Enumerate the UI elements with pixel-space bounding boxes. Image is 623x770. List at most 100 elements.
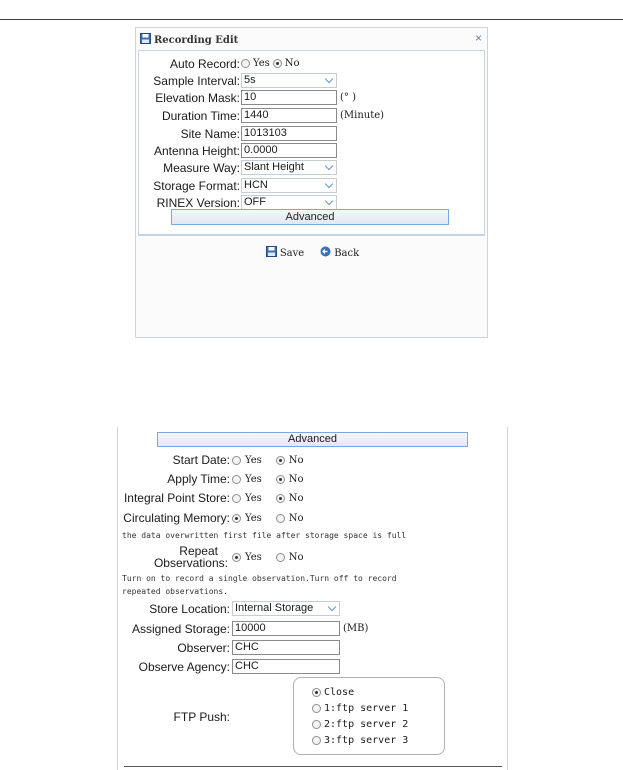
apply-time-no-label: No [288,473,304,485]
rinex-version-label: RINEX Version: [156,195,240,210]
advanced-panel: Advanced Start Date: Yes No Apply Time: … [117,427,508,770]
integral-point-store-yes-label: Yes [245,492,262,504]
measure-way-value: Slant Height [244,161,304,173]
observe-agency-row: Observe Agency: CHC [118,659,340,674]
observe-agency-label: Observe Agency: [138,659,230,674]
store-location-row: Store Location: Internal Storage [118,601,340,616]
storage-format-value: HCN [244,179,268,191]
repeat-observations-label: Repeat Observations: [118,545,232,569]
ftp-close-radio[interactable] [312,687,321,697]
site-name-input[interactable]: 1013103 [241,126,337,141]
back-label: Back [334,247,360,259]
start-date-yes-radio[interactable] [232,455,241,465]
chevron-down-icon [327,602,337,612]
store-location-select[interactable]: Internal Storage [232,601,340,616]
circulating-memory-yes-label: Yes [245,512,262,524]
top-divider [0,19,623,20]
elevation-mask-unit: (° ) [340,92,356,103]
store-location-value: Internal Storage [235,602,314,614]
circulating-memory-row: Circulating Memory: Yes No [118,511,303,525]
observer-label: Observer: [177,640,230,655]
ftp-option-server-3[interactable]: 3:ftp server 3 [312,732,444,748]
ftp-server-1-radio[interactable] [312,703,321,713]
integral-point-store-no-radio[interactable] [275,493,285,503]
circulating-memory-yes-radio[interactable] [232,513,241,523]
dialog-title: Recording Edit [154,34,239,46]
close-button[interactable]: × [475,31,482,45]
integral-point-store-no-label: No [288,492,304,504]
integral-point-store-label: Integral Point Store: [123,491,230,505]
circulating-memory-note: the data overwritten first file after st… [122,531,407,540]
auto-record-yes-radio[interactable] [241,59,250,68]
repeat-observations-no-label: No [288,551,304,563]
site-name-label: Site Name: [180,126,240,141]
auto-record-no-radio[interactable] [272,59,282,68]
ftp-option-server-2[interactable]: 2:ftp server 2 [312,716,444,732]
repeat-observations-note-line2: repeated observations. [122,587,228,596]
recording-form: Auto Record: Yes No Sample Interval: 5s … [138,50,485,235]
apply-time-yes-radio[interactable] [232,474,241,484]
assigned-storage-label: Assigned Storage: [131,621,230,636]
back-arrow-icon [320,246,331,260]
advanced-button[interactable]: Advanced [171,209,449,225]
sample-interval-select[interactable]: 5s [241,73,337,88]
assigned-storage-row: Assigned Storage: 10000 (MB) [118,621,368,636]
ftp-server-2-radio[interactable] [312,719,321,729]
start-date-row: Start Date: Yes No [118,453,304,467]
apply-time-no-radio[interactable] [275,474,285,484]
start-date-no-radio[interactable] [275,455,285,465]
chevron-down-icon [324,196,334,206]
floppy-disk-icon [265,246,277,260]
ftp-option-server-1[interactable]: 1:ftp server 1 [312,700,444,716]
storage-format-label: Storage Format: [153,178,240,193]
ftp-option-close[interactable]: Close [312,684,444,700]
advanced-toggle-button[interactable]: Advanced [157,432,468,447]
integral-point-store-row: Integral Point Store: Yes No [118,491,304,505]
observer-row: Observer: CHC [118,640,340,655]
measure-way-select[interactable]: Slant Height [241,160,337,175]
auto-record-row: Auto Record: Yes No [139,55,300,72]
observer-input[interactable]: CHC [232,640,340,655]
repeat-observations-no-radio[interactable] [275,552,285,562]
floppy-disk-icon [140,33,151,47]
observe-agency-input[interactable]: CHC [232,659,340,674]
integral-point-store-yes-radio[interactable] [232,493,241,503]
rinex-version-select[interactable]: OFF [241,195,337,210]
start-date-label: Start Date: [172,453,230,467]
antenna-height-input[interactable]: 0.0000 [241,143,337,158]
ftp-push-options: Close 1:ftp server 1 2:ftp server 2 3:ft… [293,677,445,755]
assigned-storage-input[interactable]: 10000 [232,621,340,636]
recording-edit-dialog: Recording Edit × Auto Record: Yes No Sam… [135,27,488,338]
ftp-push-row: FTP Push: [118,710,232,724]
sample-interval-value: 5s [244,74,256,86]
duration-time-input[interactable]: 1440 [241,108,337,123]
auto-record-yes-label: Yes [253,58,270,69]
assigned-storage-unit: (MB) [343,623,369,634]
antenna-height-label: Antenna Height: [153,143,240,158]
measure-way-row: Measure Way: Slant Height [139,159,337,176]
elevation-mask-row: Elevation Mask: 10 (° ) [139,89,356,106]
sample-interval-row: Sample Interval: 5s [139,72,337,89]
elevation-mask-input[interactable]: 10 [241,90,337,105]
ftp-close-label: Close [324,686,355,698]
store-location-label: Store Location: [149,601,230,616]
elevation-mask-label: Elevation Mask: [155,90,240,105]
storage-format-select[interactable]: HCN [241,178,337,193]
repeat-observations-label-line2: Observations: [153,556,228,570]
site-name-row: Site Name: 1013103 [139,125,337,142]
duration-time-label: Duration Time: [161,108,240,123]
chevron-down-icon [324,74,334,84]
chevron-down-icon [324,161,334,171]
repeat-observations-yes-radio[interactable] [232,552,241,562]
circulating-memory-label: Circulating Memory: [123,511,230,525]
rinex-version-value: OFF [244,196,266,208]
ftp-server-3-radio[interactable] [312,735,321,745]
back-button[interactable]: Back [320,246,359,260]
save-button[interactable]: Save [265,246,305,260]
repeat-observations-yes-label: Yes [245,551,262,563]
circulating-memory-no-radio[interactable] [275,513,285,523]
auto-record-label: Auto Record: [169,56,240,71]
repeat-observations-row: Repeat Observations: Yes No [118,545,304,569]
ftp-server-3-label: 3:ftp server 3 [324,734,409,746]
save-label: Save [279,247,305,259]
